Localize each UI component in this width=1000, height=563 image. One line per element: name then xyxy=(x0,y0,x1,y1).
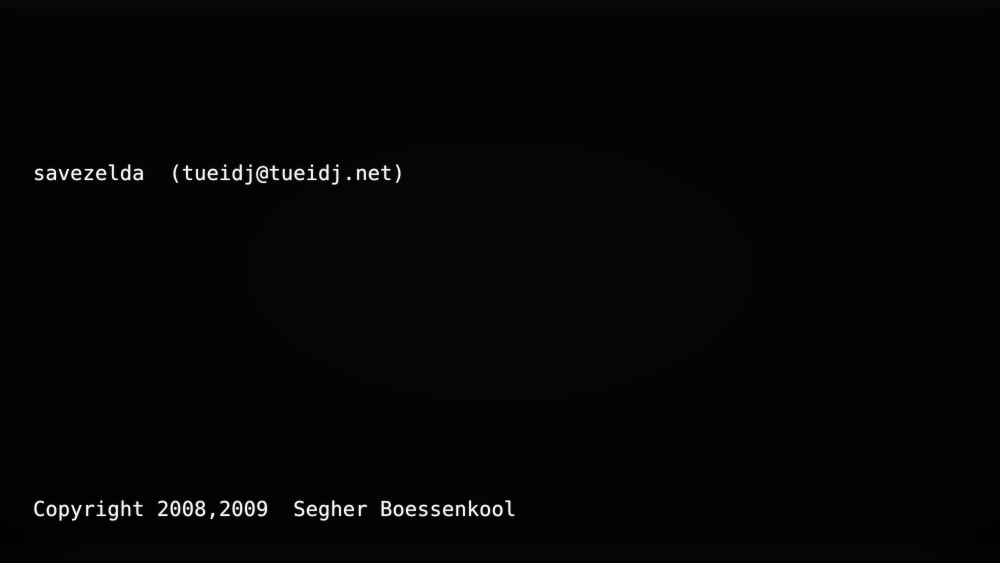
header-block: savezelda (tueidj@tueidj.net) xyxy=(33,103,993,243)
copyright-block: Copyright 2008,2009 Segher Boessenkool C… xyxy=(33,439,993,563)
console-screen: savezelda (tueidj@tueidj.net) Copyright … xyxy=(0,0,1000,563)
title-line: savezelda (tueidj@tueidj.net) xyxy=(33,161,405,185)
copyright-line-segher: Copyright 2008,2009 Segher Boessenkool xyxy=(33,497,517,521)
console-text-output: savezelda (tueidj@tueidj.net) Copyright … xyxy=(33,19,993,563)
